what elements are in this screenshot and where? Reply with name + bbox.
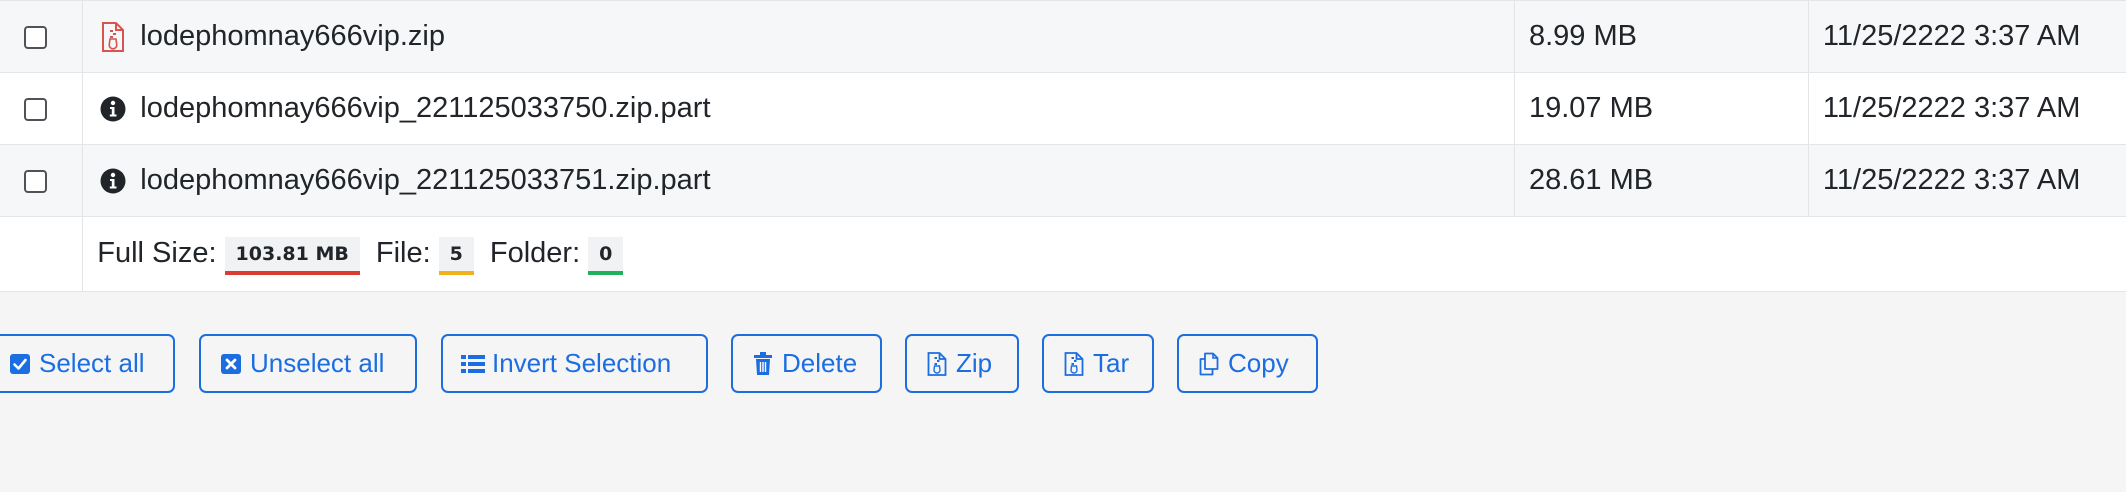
info-circle-icon bbox=[96, 92, 130, 126]
file-name-link[interactable]: lodephomnay666vip.zip bbox=[140, 20, 445, 53]
file-count-label: File: bbox=[375, 237, 431, 270]
list-icon bbox=[461, 352, 485, 376]
summary-cell: Full Size: 103.81 MB File: 5 Folder: 0 bbox=[82, 216, 2126, 292]
file-size: 19.07 MB bbox=[1513, 72, 1809, 145]
table-row[interactable]: lodephomnay666vip_221125033751.zip.part … bbox=[0, 144, 2126, 217]
check-square-icon bbox=[8, 352, 32, 376]
zip-label: Zip bbox=[956, 348, 993, 378]
zip-file-icon bbox=[925, 351, 949, 376]
file-size: 28.61 MB bbox=[1513, 144, 1809, 217]
file-count-badge: 5 bbox=[438, 237, 474, 275]
table-row[interactable]: lodephomnay666vip.zip 8.99 MB 11/25/2222… bbox=[0, 0, 2126, 73]
trash-icon bbox=[751, 351, 775, 376]
file-name-cell: lodephomnay666vip.zip bbox=[82, 0, 1515, 73]
file-size: 8.99 MB bbox=[1513, 0, 1809, 73]
unselect-all-button[interactable]: Unselect all bbox=[199, 334, 417, 393]
copy-button[interactable]: Copy bbox=[1177, 334, 1318, 393]
copy-icon bbox=[1197, 352, 1221, 376]
invert-selection-button[interactable]: Invert Selection bbox=[441, 334, 708, 393]
zip-file-icon bbox=[96, 20, 130, 54]
full-size-label: Full Size: bbox=[97, 237, 217, 270]
row-checkbox-cell bbox=[0, 144, 84, 217]
file-list-table: lodephomnay666vip.zip 8.99 MB 11/25/2222… bbox=[0, 0, 2126, 292]
delete-label: Delete bbox=[782, 348, 858, 378]
summary-row: Full Size: 103.81 MB File: 5 Folder: 0 bbox=[0, 216, 2126, 292]
folder-summary: Full Size: 103.81 MB File: 5 Folder: 0 bbox=[83, 233, 2126, 275]
file-name-link[interactable]: lodephomnay666vip_221125033751.zip.part bbox=[140, 164, 710, 197]
delete-button[interactable]: Delete bbox=[731, 334, 882, 393]
row-checkbox[interactable] bbox=[24, 169, 47, 193]
folder-count-badge: 0 bbox=[588, 237, 624, 275]
file-name-link[interactable]: lodephomnay666vip_221125033750.zip.part bbox=[140, 92, 710, 125]
full-size-badge: 103.81 MB bbox=[224, 237, 360, 275]
x-square-icon bbox=[219, 352, 243, 376]
invert-selection-label: Invert Selection bbox=[492, 348, 672, 378]
unselect-all-label: Unselect all bbox=[250, 348, 385, 378]
select-all-button[interactable]: Select all bbox=[0, 334, 175, 393]
tar-button[interactable]: Tar bbox=[1042, 334, 1154, 393]
summary-spacer-cell bbox=[0, 216, 84, 292]
row-checkbox-cell bbox=[0, 0, 84, 73]
row-checkbox-cell bbox=[0, 72, 84, 145]
select-all-label: Select all bbox=[39, 348, 145, 378]
folder-count-label: Folder: bbox=[489, 237, 581, 270]
file-modified-date: 11/25/2222 3:37 AM bbox=[1807, 144, 2126, 217]
info-circle-icon bbox=[96, 164, 130, 198]
file-modified-date: 11/25/2222 3:37 AM bbox=[1807, 0, 2126, 73]
row-checkbox[interactable] bbox=[24, 97, 47, 121]
file-name-cell: lodephomnay666vip_221125033751.zip.part bbox=[82, 144, 1515, 217]
tar-label: Tar bbox=[1093, 348, 1130, 378]
row-checkbox[interactable] bbox=[24, 25, 47, 49]
file-modified-date: 11/25/2222 3:37 AM bbox=[1807, 72, 2126, 145]
copy-label: Copy bbox=[1228, 348, 1289, 378]
table-row[interactable]: lodephomnay666vip_221125033750.zip.part … bbox=[0, 72, 2126, 145]
zip-button[interactable]: Zip bbox=[905, 334, 1019, 393]
file-name-cell: lodephomnay666vip_221125033750.zip.part bbox=[82, 72, 1515, 145]
archive-file-icon bbox=[1062, 351, 1086, 376]
